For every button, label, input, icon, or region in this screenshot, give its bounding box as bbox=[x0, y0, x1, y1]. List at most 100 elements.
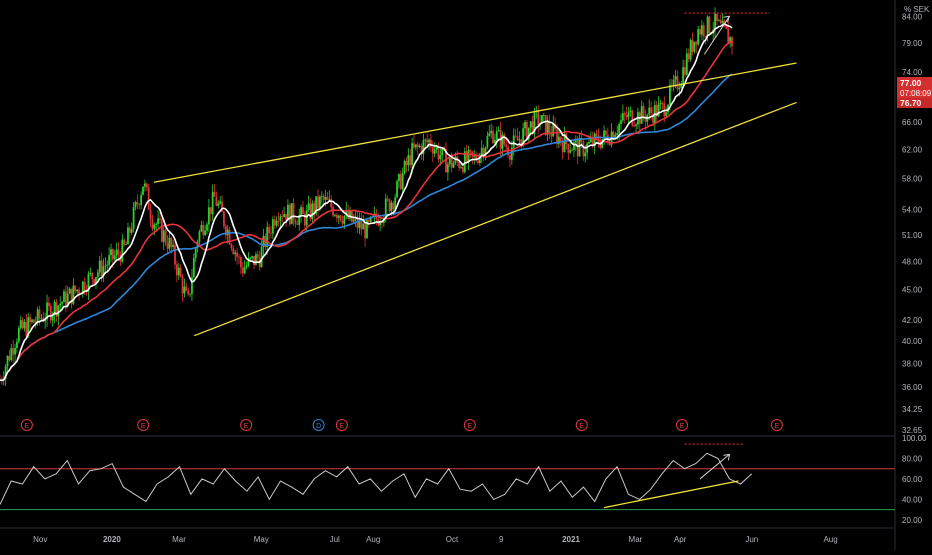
candle-body bbox=[294, 220, 297, 224]
candle-body bbox=[290, 203, 293, 225]
candle-body bbox=[332, 207, 334, 216]
candle-body bbox=[283, 214, 286, 217]
candle-body bbox=[10, 348, 13, 361]
candle-body bbox=[537, 110, 540, 126]
candle-body bbox=[19, 320, 22, 329]
time-axis-label: 9 bbox=[499, 535, 504, 544]
candle-body bbox=[36, 309, 39, 323]
time-axis-label: May bbox=[254, 535, 269, 544]
candle-body bbox=[110, 249, 112, 256]
candle-body bbox=[59, 303, 62, 306]
candle-body bbox=[460, 167, 462, 168]
candle-body bbox=[621, 113, 624, 121]
candle-body bbox=[701, 25, 703, 35]
candle-body bbox=[322, 196, 325, 200]
candle-body bbox=[206, 224, 208, 231]
candle-body bbox=[512, 135, 515, 148]
candle-body bbox=[433, 149, 436, 154]
candle-body bbox=[29, 317, 32, 322]
candle-body bbox=[319, 196, 321, 209]
candle-body bbox=[63, 291, 65, 303]
candle-body bbox=[437, 146, 440, 160]
candle-body bbox=[8, 355, 11, 361]
candle-body bbox=[682, 67, 684, 84]
candle-body bbox=[529, 121, 532, 128]
candle-body bbox=[503, 134, 506, 145]
candle-body bbox=[204, 230, 207, 236]
candle-body bbox=[232, 248, 235, 255]
candle-body bbox=[49, 305, 52, 321]
candle-body bbox=[544, 115, 547, 135]
candle-body bbox=[362, 223, 365, 230]
candle-body bbox=[183, 286, 186, 294]
candle-body bbox=[706, 16, 709, 37]
ma-price-text: 76.70 bbox=[900, 98, 922, 108]
candle-body bbox=[629, 110, 632, 113]
candle-body bbox=[145, 183, 148, 188]
candle-body bbox=[401, 173, 404, 190]
candle-body bbox=[413, 143, 415, 148]
candle-body bbox=[292, 203, 295, 221]
candle-body bbox=[185, 286, 188, 291]
earnings-marker-label: E bbox=[340, 423, 345, 430]
candle-body bbox=[721, 20, 724, 24]
candle-body bbox=[367, 220, 370, 222]
candle-body bbox=[542, 115, 545, 116]
candle-body bbox=[98, 260, 101, 273]
candle-body bbox=[424, 139, 427, 141]
candle-body bbox=[392, 202, 395, 210]
candle-body bbox=[93, 279, 95, 284]
candle-body bbox=[574, 140, 577, 143]
earnings-marker-label: E bbox=[579, 423, 584, 430]
candle-body bbox=[716, 13, 718, 21]
candle-body bbox=[388, 199, 391, 212]
candle-body bbox=[12, 348, 15, 355]
candle-body bbox=[302, 207, 304, 214]
candle-body bbox=[155, 224, 158, 225]
chart-background bbox=[0, 0, 932, 550]
earnings-marker-label: E bbox=[468, 423, 473, 430]
candle-body bbox=[273, 219, 276, 226]
candle-body bbox=[650, 107, 653, 114]
candle-body bbox=[708, 16, 711, 34]
candle-body bbox=[717, 20, 720, 22]
candle-body bbox=[317, 196, 319, 209]
chart-root: EEEEEEEED 84.0079.0074.0070.0066.0062.00… bbox=[0, 0, 932, 550]
candle-body bbox=[684, 67, 686, 75]
candle-body bbox=[57, 305, 60, 317]
candle-body bbox=[164, 230, 167, 244]
candle-body bbox=[399, 174, 402, 190]
candle-body bbox=[352, 219, 355, 222]
candle-body bbox=[576, 140, 579, 157]
time-axis-label: Jul bbox=[330, 535, 340, 544]
candle-body bbox=[431, 147, 434, 154]
candle-body bbox=[561, 142, 564, 152]
candle-body bbox=[335, 214, 338, 218]
candle-body bbox=[407, 155, 410, 166]
chart-canvas[interactable]: EEEEEEEED 84.0079.0074.0070.0066.0062.00… bbox=[0, 0, 932, 550]
candle-body bbox=[702, 25, 705, 37]
candle-body bbox=[236, 252, 239, 257]
candle-body bbox=[112, 249, 114, 260]
candle-body bbox=[215, 196, 218, 206]
countdown-text: 07:08:09 bbox=[900, 89, 932, 98]
candle-body bbox=[328, 198, 331, 200]
candle-body bbox=[409, 155, 412, 166]
candle-body bbox=[285, 214, 287, 221]
earnings-marker-label: E bbox=[141, 423, 146, 430]
candle-body bbox=[595, 133, 598, 136]
candle-body bbox=[334, 214, 336, 216]
candle-body bbox=[492, 130, 494, 144]
candle-body bbox=[162, 230, 165, 242]
candle-body bbox=[149, 209, 152, 220]
candle-body bbox=[548, 121, 551, 133]
candle-body bbox=[697, 29, 700, 45]
candle-body bbox=[239, 257, 242, 268]
time-axis-label: 2020 bbox=[103, 535, 121, 544]
candle-body bbox=[192, 257, 195, 278]
candle-body bbox=[509, 155, 511, 160]
candle-body bbox=[623, 113, 626, 116]
price-tick-label: 42.00 bbox=[902, 316, 923, 325]
candle-body bbox=[676, 76, 679, 90]
candle-body bbox=[127, 227, 129, 245]
